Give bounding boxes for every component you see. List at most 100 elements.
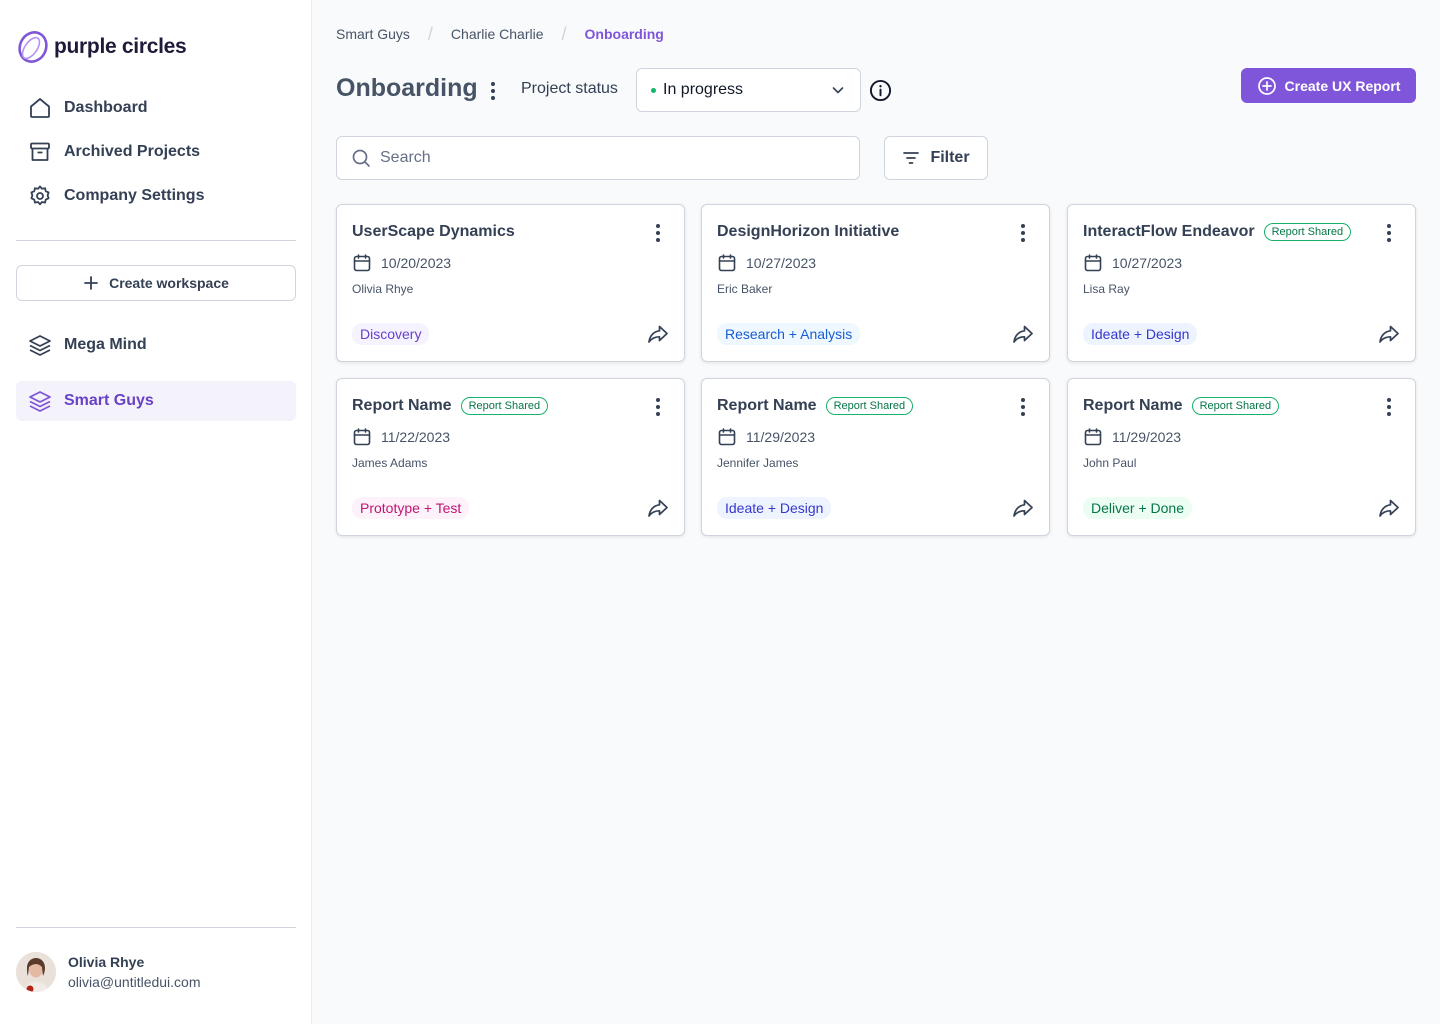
share-forward-icon [1379, 499, 1399, 517]
card-more-button[interactable] [1379, 395, 1399, 419]
card-more-button[interactable] [648, 395, 668, 419]
breadcrumb-item-charlie-charlie[interactable]: Charlie Charlie [451, 26, 544, 42]
project-card[interactable]: Report Name Report Shared 11/22/2023 Jam… [336, 378, 685, 536]
nav-dashboard[interactable]: Dashboard [16, 88, 296, 128]
workspace-mega-mind[interactable]: Mega Mind [16, 325, 296, 365]
share-forward-icon [648, 499, 668, 517]
card-owner: John Paul [1083, 456, 1137, 470]
filter-lines-icon [903, 152, 920, 164]
info-icon[interactable] [869, 79, 892, 107]
report-shared-badge: Report Shared [460, 397, 549, 415]
more-vertical-icon [491, 82, 495, 100]
brand-name: purple circles [54, 35, 187, 58]
home-icon [30, 98, 50, 118]
card-title: DesignHorizon Initiative [717, 223, 900, 240]
card-title-row: Report Name Report Shared [352, 397, 549, 415]
create-ux-report-button[interactable]: Create UX Report [1241, 68, 1416, 103]
calendar-icon [718, 254, 736, 272]
calendar-icon [353, 428, 371, 446]
card-date-row: 11/22/2023 [352, 427, 450, 447]
breadcrumb-item-onboarding[interactable]: Onboarding [585, 26, 664, 42]
card-more-button[interactable] [1013, 395, 1033, 419]
card-more-button[interactable] [648, 221, 668, 245]
card-more-button[interactable] [1013, 221, 1033, 245]
card-date: 10/27/2023 [1112, 255, 1183, 271]
card-date: 11/29/2023 [1112, 429, 1182, 445]
plus-circle-icon [1257, 76, 1276, 95]
phase-tag: Prototype + Test [352, 497, 470, 519]
project-more-button[interactable] [482, 78, 504, 104]
card-owner: Jennifer James [717, 456, 799, 470]
phase-tag: Ideate + Design [1083, 323, 1198, 345]
card-title: Report Name [1083, 397, 1183, 414]
card-share-button[interactable] [1011, 496, 1035, 525]
user-name: Olivia Rhye [68, 954, 145, 970]
page-title: Onboarding [336, 74, 478, 102]
project-card[interactable]: UserScape Dynamics 10/20/2023 Olivia Rhy… [336, 204, 685, 362]
phase-tag: Ideate + Design [717, 497, 832, 519]
search-input[interactable] [380, 149, 859, 167]
project-card[interactable]: InteractFlow Endeavor Report Shared 10/2… [1067, 204, 1416, 362]
card-date: 11/22/2023 [381, 429, 451, 445]
card-title-row: DesignHorizon Initiative [717, 223, 899, 241]
create-workspace-label: Create workspace [109, 275, 229, 291]
more-vertical-icon [1387, 398, 1391, 416]
phase-tag: Research + Analysis [717, 323, 861, 345]
project-status-select[interactable]: In progress [636, 68, 861, 112]
layers-icon [29, 391, 51, 412]
breadcrumb: Smart Guys / Charlie Charlie / Onboardin… [336, 23, 664, 44]
card-date-row: 10/27/2023 [717, 253, 816, 273]
nav-archived-projects[interactable]: Archived Projects [16, 132, 296, 172]
card-share-button[interactable] [646, 322, 670, 351]
card-title: InteractFlow Endeavor [1083, 223, 1255, 240]
card-title-row: Report Name Report Shared [717, 397, 914, 415]
project-status-label: Project status [521, 80, 618, 97]
card-owner: James Adams [352, 456, 428, 470]
card-date-row: 11/29/2023 [1083, 427, 1181, 447]
search-box [336, 136, 860, 180]
calendar-icon [1084, 428, 1102, 446]
report-shared-badge: Report Shared [1263, 223, 1352, 241]
project-card[interactable]: DesignHorizon Initiative 10/27/2023 Eric… [701, 204, 1050, 362]
layers-icon [29, 335, 51, 356]
create-workspace-button[interactable]: Create workspace [16, 265, 296, 301]
breadcrumb-separator: / [561, 23, 567, 44]
nav-company-settings[interactable]: Company Settings [16, 176, 296, 216]
card-share-button[interactable] [646, 496, 670, 525]
chevron-down-icon [832, 87, 844, 94]
card-date: 10/27/2023 [746, 255, 817, 271]
project-card[interactable]: Report Name Report Shared 11/29/2023 Jen… [701, 378, 1050, 536]
brand-logo[interactable]: purple circles [16, 30, 187, 64]
card-date: 11/29/2023 [746, 429, 816, 445]
card-title-row: UserScape Dynamics [352, 223, 515, 241]
phase-tag: Deliver + Done [1083, 497, 1192, 519]
report-shared-badge: Report Shared [825, 397, 914, 415]
filter-label: Filter [930, 149, 970, 166]
sidebar-divider [16, 240, 296, 241]
filter-button[interactable]: Filter [884, 136, 988, 180]
card-owner: Eric Baker [717, 282, 773, 296]
breadcrumb-separator: / [427, 23, 433, 44]
user-profile[interactable]: Olivia Rhye olivia@untitledui.com [16, 952, 201, 992]
more-vertical-icon [656, 398, 660, 416]
plus-icon [84, 276, 98, 290]
card-date-row: 10/20/2023 [352, 253, 451, 273]
project-card[interactable]: Report Name Report Shared 11/29/2023 Joh… [1067, 378, 1416, 536]
card-title: UserScape Dynamics [352, 223, 515, 240]
card-date-row: 11/29/2023 [717, 427, 815, 447]
card-more-button[interactable] [1379, 221, 1399, 245]
card-title: Report Name [717, 397, 817, 414]
create-ux-report-label: Create UX Report [1284, 77, 1401, 94]
workspace-smart-guys[interactable]: Smart Guys [16, 381, 296, 421]
nav-archived-projects-label: Archived Projects [64, 143, 201, 160]
more-vertical-icon [656, 224, 660, 242]
calendar-icon [718, 428, 736, 446]
more-vertical-icon [1021, 398, 1025, 416]
breadcrumb-item-smart-guys[interactable]: Smart Guys [336, 26, 410, 42]
card-share-button[interactable] [1377, 496, 1401, 525]
status-dot [651, 87, 656, 93]
card-share-button[interactable] [1377, 322, 1401, 351]
nav-company-settings-label: Company Settings [64, 187, 205, 204]
card-share-button[interactable] [1011, 322, 1035, 351]
card-title-row: Report Name Report Shared [1083, 397, 1280, 415]
